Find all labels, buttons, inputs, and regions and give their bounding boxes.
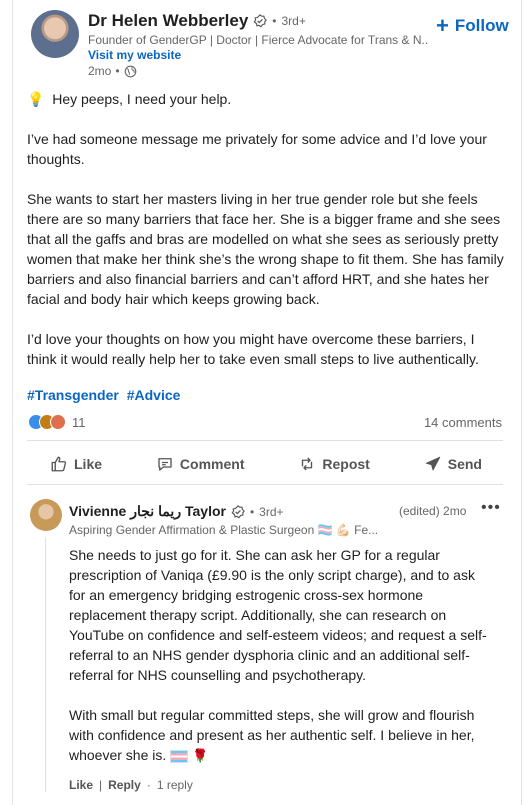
separator-dot: •: [272, 14, 277, 28]
author-name-row: Dr Helen Webberley • 3rd+: [88, 11, 306, 31]
commenter-avatar[interactable]: [30, 499, 62, 531]
post-paragraph: She wants to start her masters living in…: [27, 191, 504, 307]
repost-icon: [302, 457, 313, 471]
separator-dot: •: [249, 504, 255, 519]
commenter-degree: 3rd+: [259, 504, 284, 519]
hashtag-link[interactable]: #Transgender: [27, 387, 119, 403]
hashtags: #Transgender #Advice: [27, 387, 184, 403]
separator-dot: ·: [146, 778, 151, 792]
verified-icon: [253, 14, 268, 28]
comment-like-button[interactable]: Like: [69, 778, 93, 792]
reaction-count: 11: [72, 414, 86, 430]
connection-degree: 3rd+: [281, 14, 306, 28]
comment-button[interactable]: Comment: [134, 448, 267, 480]
lightbulb-icon: 💡: [27, 91, 45, 107]
post-time: 2mo •: [88, 64, 137, 78]
plus-icon: +: [436, 13, 449, 38]
verified-icon: [231, 504, 245, 518]
reply-count[interactable]: 1 reply: [157, 778, 193, 792]
trans-flag-icon: [170, 749, 189, 763]
rose-icon: 🌹: [192, 748, 209, 763]
thread-line: [45, 537, 46, 792]
hashtag-link[interactable]: #Advice: [127, 387, 181, 403]
send-label: Send: [447, 456, 482, 472]
comment-label: Comment: [179, 456, 245, 472]
comments-count[interactable]: 14 comments: [424, 415, 502, 430]
post-actions: Like Comment Repost Send: [28, 448, 504, 480]
author-avatar[interactable]: [31, 10, 79, 58]
comment-text: She needs to just go for it. She can ask…: [69, 545, 489, 786]
post-intro-text: Hey peeps, I need your help.: [52, 91, 232, 107]
follow-button[interactable]: + Follow: [436, 15, 509, 37]
post-age: 2mo: [88, 64, 112, 78]
comment-paragraph: With small but regular committed steps, …: [69, 705, 489, 766]
commenter-name-row: Vivienne ريما نجار Taylor • 3rd+: [69, 503, 284, 520]
comment-paragraph-text: With small but regular committed steps, …: [69, 707, 475, 763]
comment-reply-button[interactable]: Reply: [108, 778, 141, 792]
more-options-icon[interactable]: •••: [481, 499, 501, 517]
send-button[interactable]: Send: [402, 448, 504, 480]
post-paragraph: I’ve had someone message me privately fo…: [27, 131, 487, 167]
separator-dot: •: [115, 64, 120, 78]
author-name[interactable]: Dr Helen Webberley: [88, 11, 248, 31]
author-headline: Founder of GenderGP | Doctor | Fierce Ad…: [88, 33, 428, 47]
send-icon: [425, 456, 440, 471]
repost-label: Repost: [322, 456, 370, 472]
comment-paragraph: She needs to just go for it. She can ask…: [69, 547, 487, 683]
repost-button[interactable]: Repost: [276, 448, 391, 480]
like-label: Like: [74, 456, 103, 472]
separator: |: [99, 778, 103, 792]
comment-icon: [158, 458, 172, 471]
post-body: 💡 Hey peeps, I need your help. I’ve had …: [27, 89, 505, 389]
commenter-headline: Aspiring Gender Affirmation & Plastic Su…: [69, 523, 379, 537]
commenter-name[interactable]: Vivienne ريما نجار Taylor: [69, 503, 226, 520]
post-paragraph: I’d love your thoughts on how you might …: [27, 331, 479, 367]
divider: [27, 484, 503, 485]
thumbs-up-icon: [51, 456, 67, 472]
visit-website-link[interactable]: Visit my website: [88, 48, 181, 62]
divider: [27, 440, 503, 441]
post-intro: 💡 Hey peeps, I need your help.: [27, 89, 505, 109]
follow-label: Follow: [454, 16, 509, 35]
love-reaction-icon: [50, 414, 66, 430]
comment-footer: Like | Reply · 1 reply: [69, 778, 193, 792]
globe-icon: [124, 65, 136, 77]
comment-time: (edited) 2mo: [399, 504, 467, 518]
reactions-summary[interactable]: 11: [28, 414, 86, 430]
like-button[interactable]: Like: [28, 448, 124, 480]
